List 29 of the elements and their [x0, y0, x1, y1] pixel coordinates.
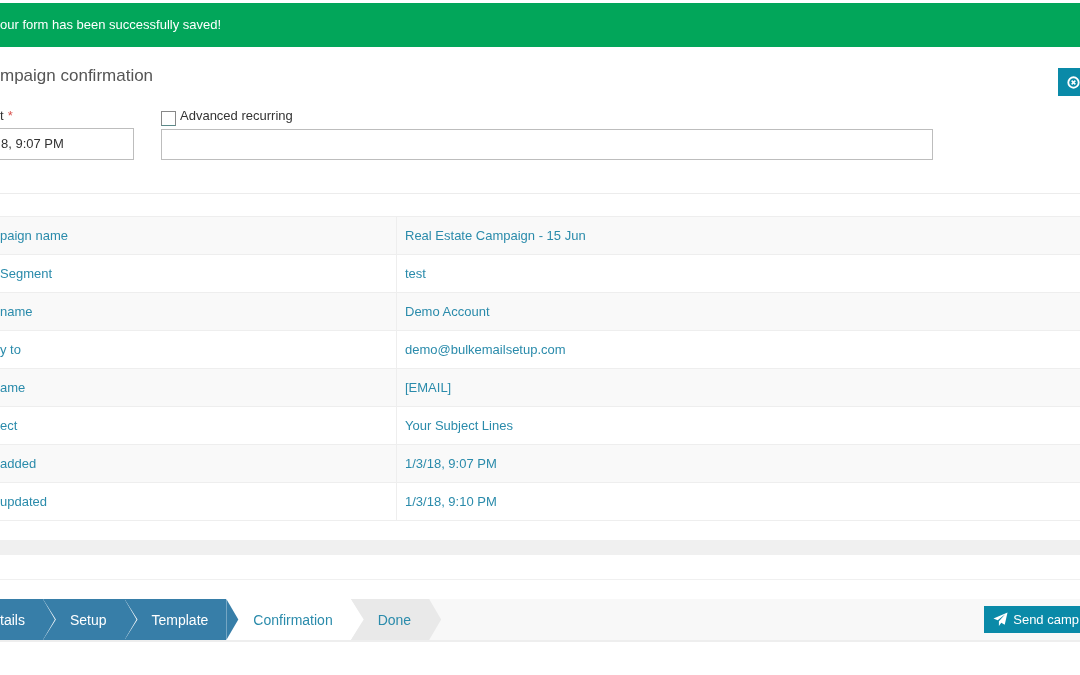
paper-plane-icon	[993, 612, 1009, 627]
success-alert: our form has been successfully saved!	[0, 3, 1080, 47]
wizard-step[interactable]: Template	[124, 599, 227, 640]
checkbox-label: Advanced recurring	[180, 107, 293, 123]
close-icon	[1067, 75, 1080, 89]
detail-label: name	[0, 293, 397, 330]
detail-label: y to	[0, 331, 397, 368]
close-button[interactable]	[1058, 68, 1080, 96]
recurring-input[interactable]	[161, 129, 933, 160]
detail-label: Segment	[0, 255, 397, 292]
detail-value: Real Estate Campaign - 15 Jun	[397, 217, 1080, 254]
detail-label: added	[0, 445, 397, 482]
detail-label: ect	[0, 407, 397, 444]
detail-label: paign name	[0, 217, 397, 254]
wizard-step[interactable]: Confirmation	[226, 599, 351, 640]
detail-label: ame	[0, 369, 397, 406]
wizard-step[interactable]: Done	[350, 599, 442, 640]
page-title: mpaign confirmation	[0, 66, 154, 86]
detail-value: 1/3/18, 9:07 PM	[397, 445, 1080, 482]
detail-label: updated	[0, 483, 397, 520]
wizard-step[interactable]: tails	[0, 599, 43, 640]
required-asterisk: *	[7, 107, 13, 123]
field-label: t	[0, 107, 4, 123]
wizard-step[interactable]: Setup	[42, 599, 125, 640]
checkbox[interactable]	[161, 110, 176, 126]
send-button[interactable]: Send camp	[984, 606, 1080, 633]
detail-value: [EMAIL]	[397, 369, 1080, 406]
date-input[interactable]: 8, 9:07 PM	[0, 128, 134, 160]
detail-value: Demo Account	[397, 293, 1080, 330]
